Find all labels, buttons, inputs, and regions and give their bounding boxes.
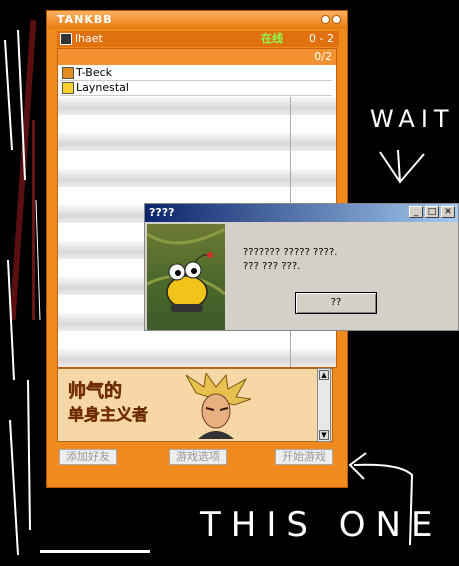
user-avatar-icon (60, 33, 72, 45)
scroll-up-icon[interactable]: ▲ (319, 370, 329, 380)
dialog-close-icon[interactable]: ✕ (441, 206, 455, 218)
list-row (58, 169, 336, 187)
banner-line2: 单身主义者 (68, 405, 149, 425)
user-bar[interactable]: lhaet 在线 0 - 2 (57, 31, 339, 47)
banner-line1: 帅气的 (68, 381, 123, 403)
ad-banner[interactable]: 帅气的 单身主义者 (57, 368, 333, 442)
list-row (58, 349, 336, 367)
this-one-annotation: THIS ONE (200, 505, 443, 545)
dialog-message-line1: ??????? ????? ????. (243, 247, 338, 258)
dialog-maximize-icon[interactable]: □ (425, 206, 439, 218)
close-icon[interactable] (332, 15, 341, 24)
friend-name: Laynestal (76, 81, 129, 94)
background-scribble (4, 29, 41, 556)
list-row (58, 133, 336, 151)
start-game-button[interactable]: 开始游戏 (275, 449, 333, 465)
friend-item[interactable]: Laynestal (60, 81, 332, 96)
user-name: lhaet (75, 32, 103, 45)
friend-item[interactable]: T-Beck (60, 66, 332, 81)
game-options-button[interactable]: 游戏选项 (169, 449, 227, 465)
dialog-mascot-image (147, 224, 225, 330)
add-friend-button[interactable]: 添加好友 (59, 449, 117, 465)
dialog-minimize-icon[interactable]: _ (409, 206, 423, 218)
minimize-icon[interactable] (321, 15, 330, 24)
dialog-message: ??????? ????? ????. ??? ??? ???. (243, 246, 337, 274)
scroll-down-icon[interactable]: ▼ (319, 430, 329, 440)
friend-name: T-Beck (76, 66, 113, 79)
message-dialog: ???? _ □ ✕ ??????? ????? ????. ??? ??? ?… (144, 203, 459, 331)
rank-icon (62, 82, 74, 94)
user-status[interactable]: 在线 (261, 31, 283, 47)
wait-annotation: WAIT (370, 105, 455, 133)
window-title[interactable]: TANKBB (47, 11, 347, 29)
down-arrow-annotation-icon (379, 149, 425, 184)
user-record: 0 - 2 (309, 32, 334, 45)
dialog-ok-button[interactable]: ?? (295, 292, 377, 314)
banner-scrollbar[interactable]: ▲ ▼ (317, 368, 331, 442)
dialog-message-line2: ??? ??? ???. (243, 261, 301, 272)
group-header[interactable]: 0/2 (58, 49, 336, 65)
list-row (58, 97, 336, 115)
character-portrait-icon (185, 373, 252, 439)
rank-icon (62, 67, 74, 79)
underline-scribble (40, 550, 150, 553)
